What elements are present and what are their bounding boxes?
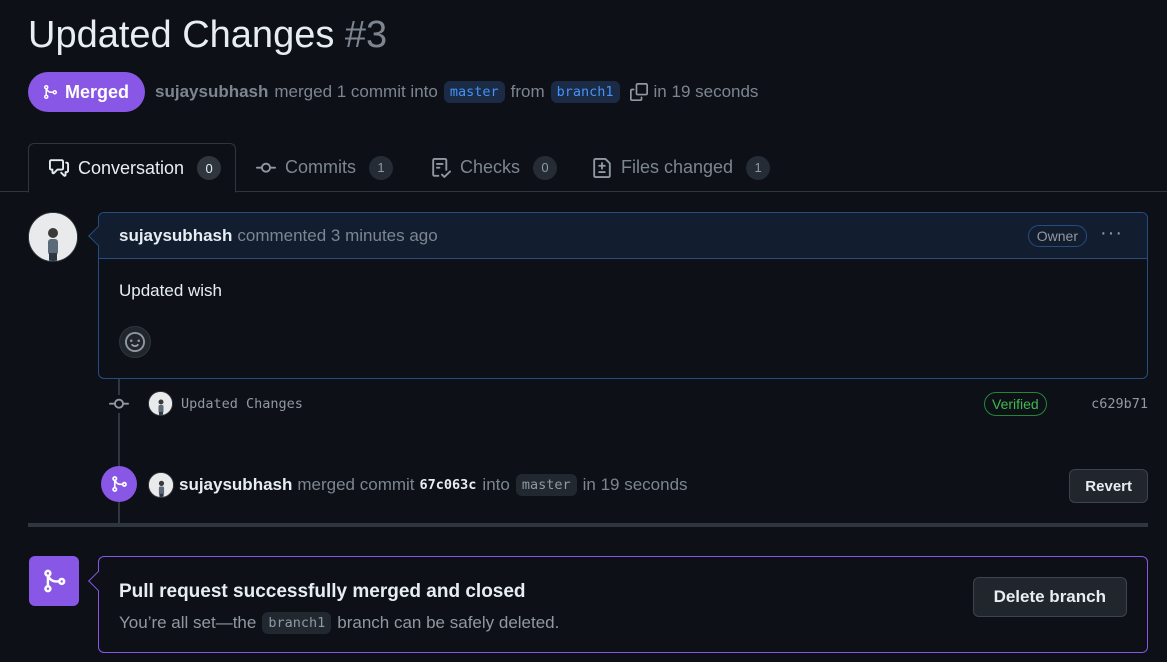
commit-avatar[interactable] [148, 391, 173, 416]
delete-branch-button[interactable]: Delete branch [972, 577, 1127, 617]
comment-author[interactable]: sujaysubhash [119, 226, 232, 246]
git-commit-icon [256, 162, 276, 173]
tab-conversation-label: Conversation [78, 157, 185, 178]
pr-author-link[interactable]: sujaysubhash [155, 82, 268, 102]
tab-files-changed-label: Files changed [621, 157, 734, 177]
status-badge: Merged [28, 72, 146, 112]
merge-author-link[interactable]: sujaysubhash [179, 475, 292, 495]
file-diff-icon [593, 157, 611, 178]
pr-number: #3 [344, 14, 388, 56]
comment-timestamp[interactable]: commented 3 minutes ago [237, 226, 437, 246]
merged-subtitle: You’re all set—the branch1 branch can be… [119, 612, 559, 634]
revert-button[interactable]: Revert [1069, 469, 1148, 503]
merge-text-1: merged commit [297, 475, 415, 494]
pr-meta: Merged sujaysubhash merged 1 commit into… [28, 72, 758, 112]
pr-tabs: Conversation 0 Commits 1 Checks 0 Files … [0, 143, 1167, 193]
commit-sha-link[interactable]: c629b71 [1091, 396, 1148, 412]
git-merge-icon [44, 85, 58, 99]
commit-message-link[interactable]: Updated Changes [181, 396, 303, 412]
verified-badge[interactable]: Verified [984, 392, 1047, 416]
merge-time: in 19 seconds [653, 82, 759, 101]
tab-commits-label: Commits [285, 157, 356, 177]
copy-icon[interactable] [629, 83, 648, 101]
merged-status-box: Pull request successfully merged and clo… [88, 556, 1148, 653]
base-branch-link[interactable]: master [443, 81, 505, 103]
tab-checks-label: Checks [460, 157, 521, 177]
pr-title-text: Updated Changes [28, 14, 335, 56]
comment-discussion-icon [49, 159, 69, 177]
status-badge-label: Merged [65, 81, 130, 102]
timeline-end-divider [28, 523, 1148, 527]
tab-commits[interactable]: Commits 1 [256, 143, 393, 192]
commit-row: Updated Changes Verified c629b71 [108, 389, 1148, 419]
comment-box: sujaysubhash commented 3 minutes ago Own… [88, 212, 1148, 379]
git-commit-icon [108, 395, 130, 413]
owner-badge: Owner [1027, 225, 1087, 247]
git-merge-icon [101, 466, 137, 502]
merged-sub-suffix: branch can be safely deleted. [337, 613, 560, 632]
from-text: from [510, 82, 545, 101]
tab-conversation[interactable]: Conversation 0 [28, 143, 236, 193]
smiley-icon [125, 332, 145, 352]
merge-sha-link[interactable]: 67c063c [420, 477, 477, 493]
page-title: Updated Changes #3 [28, 14, 387, 57]
avatar[interactable] [28, 212, 78, 262]
tab-conversation-count: 0 [197, 156, 222, 180]
kebab-menu-icon[interactable]: ··· [1100, 222, 1123, 245]
merge-event-row: sujaysubhash merged commit 67c063c into … [101, 466, 1148, 503]
head-branch-link[interactable]: branch1 [550, 81, 620, 103]
merged-branch-link[interactable]: branch1 [262, 612, 332, 634]
git-merge-icon [44, 569, 66, 593]
tab-checks-count: 0 [533, 155, 558, 180]
tab-checks[interactable]: Checks 0 [431, 143, 558, 192]
merge-branch-link[interactable]: master [515, 474, 577, 496]
comment-header: sujaysubhash commented 3 minutes ago [99, 213, 1147, 259]
merged-status-icon [29, 556, 79, 606]
add-reaction-button[interactable] [119, 326, 151, 358]
comment-body: Updated wish [119, 281, 223, 300]
merged-sub-prefix: You’re all set—the [119, 613, 257, 632]
tab-commits-count: 1 [369, 155, 393, 180]
tab-files-changed[interactable]: Files changed 1 [592, 143, 771, 192]
tab-files-changed-count: 1 [746, 155, 771, 180]
checklist-icon [432, 157, 451, 178]
merged-box-pointer [88, 571, 108, 591]
merge-event-text: sujaysubhash merged commit 67c063c into … [179, 474, 688, 496]
merge-time[interactable]: in 19 seconds [583, 475, 688, 495]
merged-text: merged 1 commit into [274, 82, 438, 101]
merge-text-2: into [482, 475, 510, 494]
merge-avatar[interactable] [148, 472, 174, 498]
merged-title: Pull request successfully merged and clo… [119, 581, 526, 602]
